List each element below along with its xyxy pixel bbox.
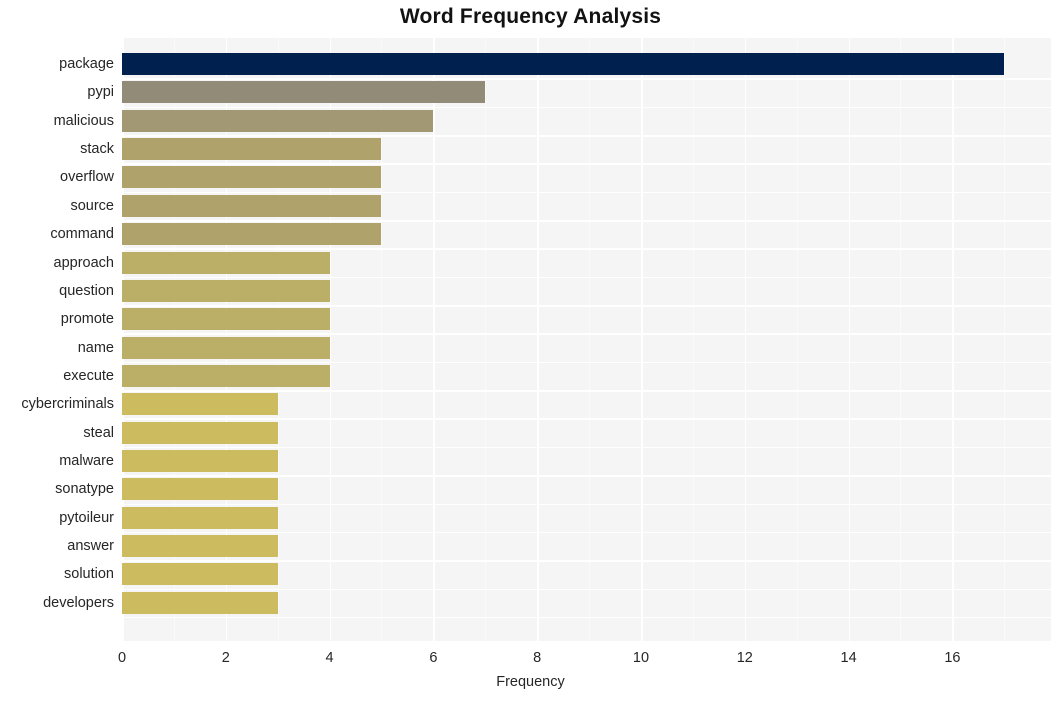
gridline-horizontal (122, 163, 1051, 165)
bar-promote (122, 308, 330, 331)
gridline-horizontal (122, 446, 1051, 449)
gridline-minor-vertical (1004, 38, 1006, 641)
gridline-vertical (952, 38, 954, 641)
gridline-vertical (640, 38, 643, 641)
y-tick-label-answer: answer (67, 538, 114, 555)
x-tick-label-0: 0 (117, 650, 127, 666)
gridline-horizontal (122, 305, 1051, 307)
gridline-horizontal (122, 220, 1051, 222)
x-tick-label-14: 14 (840, 650, 857, 666)
y-tick-label-question: question (59, 282, 114, 299)
gridline-horizontal (122, 616, 1051, 619)
chart-figure: Word Frequency Analysis package pypi malic… (0, 0, 1061, 701)
gridline-horizontal (122, 106, 1051, 109)
bar-pytoileur (122, 506, 278, 529)
bar-source (122, 194, 382, 217)
y-tick-label-malicious: malicious (53, 112, 114, 129)
bar-pypi (122, 81, 486, 104)
y-tick-label-approach: approach (53, 254, 114, 271)
bar-question (122, 279, 330, 302)
y-tick-label-command: command (50, 226, 114, 243)
bar-cybercriminals (122, 393, 278, 416)
gridline-horizontal (122, 134, 1051, 137)
bar-answer (122, 535, 278, 558)
gridline-vertical (537, 38, 539, 641)
bar-sonatype (122, 478, 278, 501)
bar-developers (122, 591, 278, 614)
gridline-vertical (848, 38, 851, 641)
y-tick-label-name: name (77, 339, 114, 356)
x-tick-label-2: 2 (221, 650, 230, 666)
gridline-minor-vertical (589, 38, 591, 641)
gridline-horizontal (122, 248, 1051, 250)
y-tick-label-developers: developers (43, 594, 114, 611)
gridline-horizontal (122, 418, 1051, 421)
bar-stack (122, 138, 382, 161)
gridline-horizontal (122, 361, 1051, 364)
gridline-horizontal (122, 276, 1051, 279)
x-tick-label-8: 8 (533, 650, 542, 666)
bar-approach (122, 251, 330, 274)
bar-command (122, 223, 382, 246)
gridline-horizontal (122, 588, 1051, 591)
y-tick-label-cybercriminals: cybercriminals (21, 396, 114, 413)
x-tick-label-12: 12 (736, 650, 753, 666)
y-tick-label-pypi: pypi (87, 84, 114, 101)
y-tick-label-source: source (70, 197, 114, 214)
gridline-minor-vertical (485, 38, 487, 641)
gridline-horizontal (122, 560, 1051, 562)
x-tick-label-4: 4 (325, 650, 334, 666)
gridline-vertical (744, 38, 747, 641)
y-tick-label-sonatype: sonatype (55, 481, 114, 498)
bar-solution (122, 563, 278, 586)
x-tick-label-6: 6 (429, 650, 438, 666)
y-tick-label-overflow: overflow (60, 169, 114, 186)
gridline-minor-vertical (796, 38, 798, 641)
y-tick-label-malware: malware (59, 452, 114, 469)
bar-malicious (122, 109, 434, 132)
bar-execute (122, 364, 330, 387)
gridline-minor-vertical (692, 38, 694, 641)
y-tick-label-stack: stack (80, 141, 114, 158)
y-tick-label-solution: solution (64, 566, 114, 583)
y-tick-label-pytoileur: pytoileur (59, 509, 114, 526)
y-tick-label-execute: execute (63, 367, 114, 384)
y-tick-label-steal: steal (83, 424, 114, 441)
bar-overflow (122, 166, 382, 189)
gridline-horizontal (122, 333, 1051, 335)
bar-malware (122, 449, 278, 472)
bar-package (122, 53, 1005, 76)
gridline-horizontal (122, 503, 1051, 506)
gridline-horizontal (122, 531, 1051, 534)
gridline-horizontal (122, 475, 1051, 477)
x-tick-label-10: 10 (632, 650, 650, 666)
x-axis-label: Frequency (496, 674, 565, 690)
y-tick-label-package: package (59, 56, 114, 73)
gridline-horizontal (122, 191, 1051, 194)
y-tick-label-promote: promote (60, 311, 114, 328)
gridline-minor-vertical (900, 38, 902, 641)
gridline-vertical (433, 38, 435, 641)
gridline-horizontal (122, 390, 1051, 392)
chart-title: Word Frequency Analysis (399, 5, 662, 28)
x-tick-label-16: 16 (944, 650, 961, 666)
gridline-horizontal (122, 78, 1051, 80)
bar-name (122, 336, 330, 359)
bar-steal (122, 421, 278, 444)
